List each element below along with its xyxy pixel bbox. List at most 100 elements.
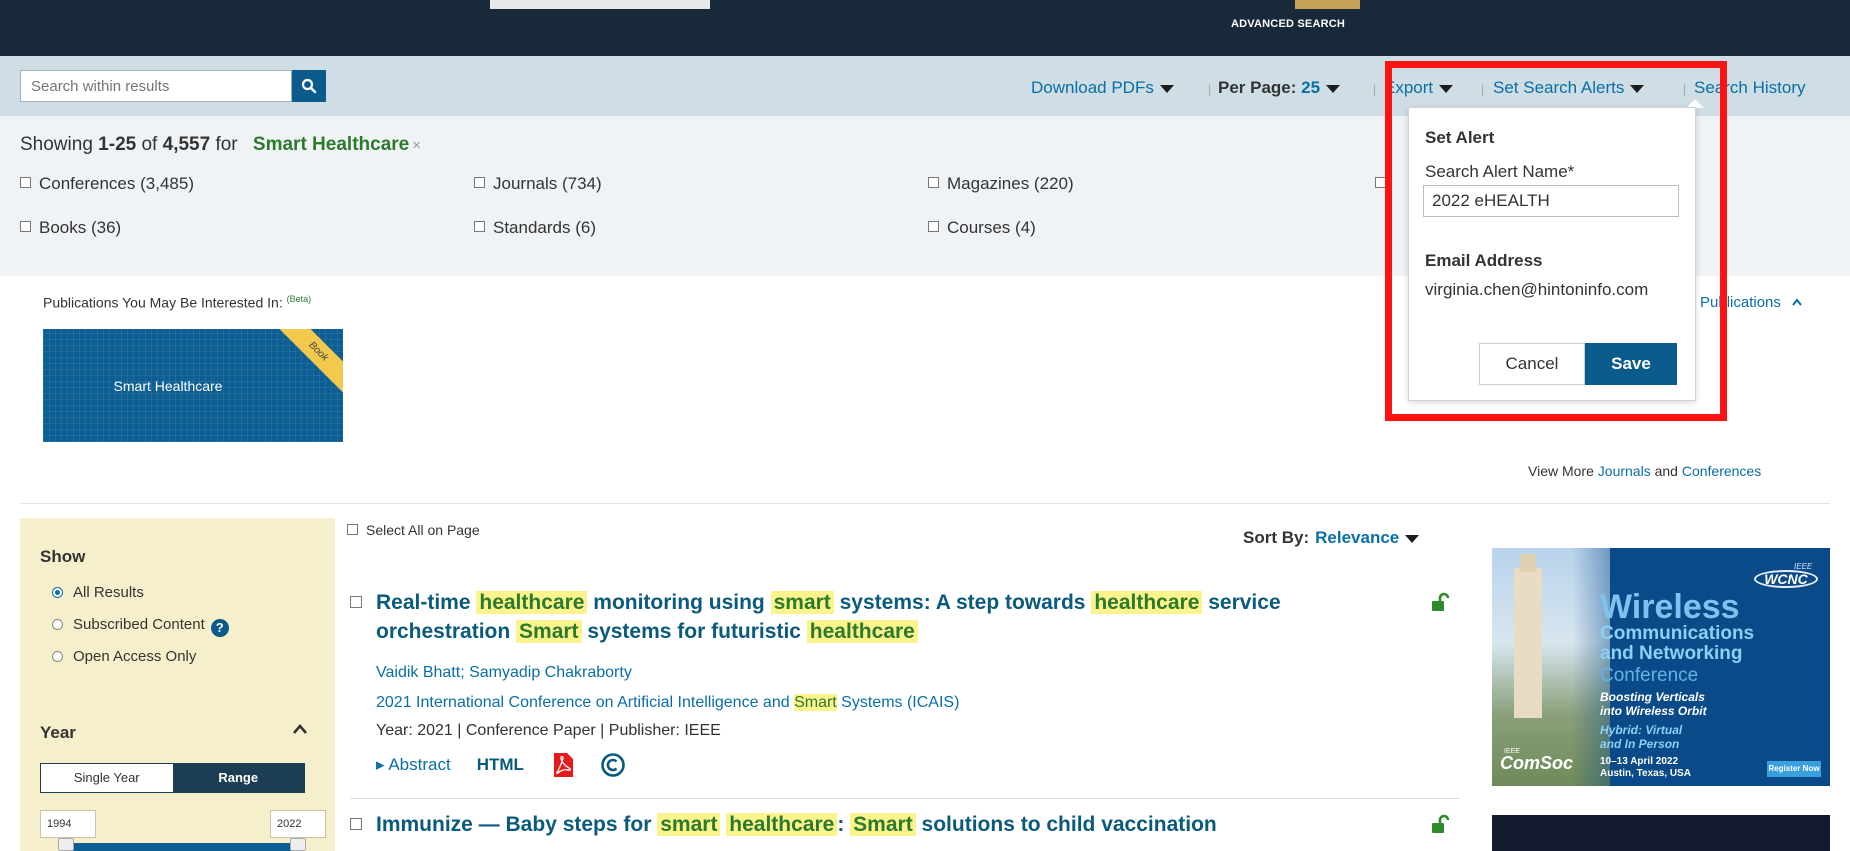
year-filter-panel: Year Single Year Range 1994 2022: [20, 693, 335, 851]
ad-line: into Wireless Orbit: [1600, 704, 1707, 718]
title-highlight: healthcare: [1091, 591, 1203, 614]
search-within-input[interactable]: [21, 71, 291, 101]
abstract-label: Abstract: [388, 755, 451, 774]
abstract-toggle[interactable]: ▸ Abstract: [376, 755, 451, 775]
ad-tower-image: [1514, 568, 1542, 718]
result-title-link[interactable]: Immunize — Baby steps for smart healthca…: [376, 810, 1386, 839]
chevron-down-icon: [1326, 84, 1341, 93]
chevron-up-icon[interactable]: [292, 723, 308, 735]
facet-label: Standards (6): [493, 218, 596, 237]
open-lock-icon: [1432, 814, 1450, 833]
result-checkbox[interactable]: [350, 818, 362, 830]
year-from-input[interactable]: 1994: [40, 810, 96, 838]
result-authors[interactable]: Vaidik Bhatt; Samyadip Chakraborty: [376, 664, 632, 682]
ad-register-button[interactable]: Register Now: [1767, 761, 1821, 777]
slider-handle-min[interactable]: [58, 838, 74, 851]
checkbox[interactable]: [928, 177, 939, 188]
facet-conferences[interactable]: Conferences (3,485): [20, 174, 194, 194]
help-icon[interactable]: ?: [210, 619, 229, 637]
radio-button[interactable]: [52, 619, 63, 630]
facet-label: Courses (4): [947, 218, 1036, 237]
title-text: Immunize — Baby steps for: [376, 813, 658, 836]
title-highlight: Smart: [850, 813, 916, 836]
conference-ad-banner[interactable]: IEEE WCNC Wireless Communications and Net…: [1492, 548, 1830, 786]
advanced-search-link[interactable]: ADVANCED SEARCH: [1231, 18, 1345, 30]
checkbox[interactable]: [474, 177, 485, 188]
filter-all-results[interactable]: All Results: [52, 584, 144, 601]
per-page-menu[interactable]: Per Page: 25: [1218, 78, 1341, 98]
checkbox[interactable]: [20, 177, 31, 188]
radio-label: All Results: [73, 584, 144, 601]
single-year-tab[interactable]: Single Year: [41, 764, 173, 792]
ad-line: and Networking: [1600, 643, 1743, 664]
html-link[interactable]: HTML: [477, 755, 524, 775]
ad-line: 10–13 April 2022: [1600, 756, 1679, 767]
publication-card-title: Smart Healthcare: [113, 378, 223, 394]
showing-text: Showing: [20, 134, 93, 155]
range-tab[interactable]: Range: [172, 764, 304, 792]
radio-button[interactable]: [52, 587, 63, 598]
clear-query-icon[interactable]: ×: [412, 137, 421, 154]
top-nav-bar: ADVANCED SEARCH: [0, 0, 1850, 56]
ad-banner-2[interactable]: [1492, 815, 1830, 851]
title-text: systems: A step towards: [833, 591, 1092, 614]
per-page-value: 25: [1301, 78, 1321, 97]
publication-card[interactable]: Book Smart Healthcare: [43, 329, 343, 442]
result-divider: [350, 798, 1460, 799]
select-all-on-page[interactable]: Select All on Page: [347, 522, 480, 538]
divider: |: [1208, 82, 1212, 96]
ad-line: and In Person: [1600, 737, 1680, 751]
facet-books[interactable]: Books (36): [20, 218, 121, 238]
checkbox[interactable]: [20, 221, 31, 232]
facet-label: Conferences (3,485): [39, 174, 194, 193]
search-icon: [301, 78, 317, 94]
ad-line: Austin, Texas, USA: [1600, 768, 1691, 779]
checkbox[interactable]: [928, 221, 939, 232]
download-pdfs-menu[interactable]: Download PDFs: [1031, 78, 1174, 98]
title-highlight: healthcare: [476, 591, 588, 614]
results-total: 4,557: [162, 134, 211, 155]
ad-line: Communications: [1600, 623, 1755, 644]
slider-handle-max[interactable]: [290, 838, 306, 851]
search-query-term: Smart Healthcare: [252, 134, 410, 155]
year-range-slider[interactable]: [62, 843, 302, 851]
filter-open-access[interactable]: Open Access Only: [52, 648, 196, 665]
title-text: systems for futuristic: [581, 620, 807, 643]
filter-subscribed-content[interactable]: Subscribed Content?: [52, 616, 229, 637]
title-text: solutions to child vaccination: [915, 813, 1217, 836]
sort-by[interactable]: Sort By: Relevance: [1243, 528, 1420, 548]
active-tab-indicator: [1295, 0, 1360, 9]
venue-highlight: Smart: [794, 694, 837, 711]
sort-label: Sort By:: [1243, 528, 1310, 547]
result-checkbox[interactable]: [350, 596, 362, 608]
result-venue-link[interactable]: 2021 International Conference on Artific…: [376, 694, 959, 712]
facet-magazines[interactable]: Magazines (220): [928, 174, 1074, 194]
copyright-icon[interactable]: [600, 752, 626, 778]
facet-journals[interactable]: Journals (734): [474, 174, 602, 194]
pdf-icon[interactable]: [552, 752, 574, 778]
year-to-input[interactable]: 2022: [270, 810, 326, 838]
ad-line: Hybrid: Virtual: [1600, 723, 1683, 737]
radio-button[interactable]: [52, 651, 63, 662]
nav-tab[interactable]: [490, 0, 710, 9]
facet-courses[interactable]: Courses (4): [928, 218, 1036, 238]
title-highlight: smart: [657, 813, 721, 836]
title-text: Real-time: [376, 591, 477, 614]
facet-standards[interactable]: Standards (6): [474, 218, 596, 238]
facet-label: Journals (734): [493, 174, 602, 193]
result-title-link[interactable]: Real-time healthcare monitoring using sm…: [376, 588, 1386, 646]
search-button[interactable]: [292, 70, 326, 102]
ad-tower-top: [1520, 554, 1536, 572]
beta-badge: (Beta): [286, 294, 312, 304]
ad-wcnc-logo: WCNC: [1754, 570, 1818, 588]
chevron-down-icon: [1159, 84, 1174, 93]
view-more-journals-link[interactable]: Journals: [1598, 463, 1651, 479]
venue-text: Systems (ICAIS): [836, 694, 960, 711]
checkbox[interactable]: [347, 524, 358, 535]
view-more-conferences-link[interactable]: Conferences: [1682, 463, 1761, 479]
checkbox[interactable]: [474, 221, 485, 232]
venue-text: 2021 International Conference on Artific…: [376, 694, 795, 711]
result-actions: ▸ Abstract HTML: [376, 750, 626, 780]
download-pdfs-label: Download PDFs: [1031, 78, 1154, 97]
view-more-label: View More: [1528, 463, 1594, 479]
